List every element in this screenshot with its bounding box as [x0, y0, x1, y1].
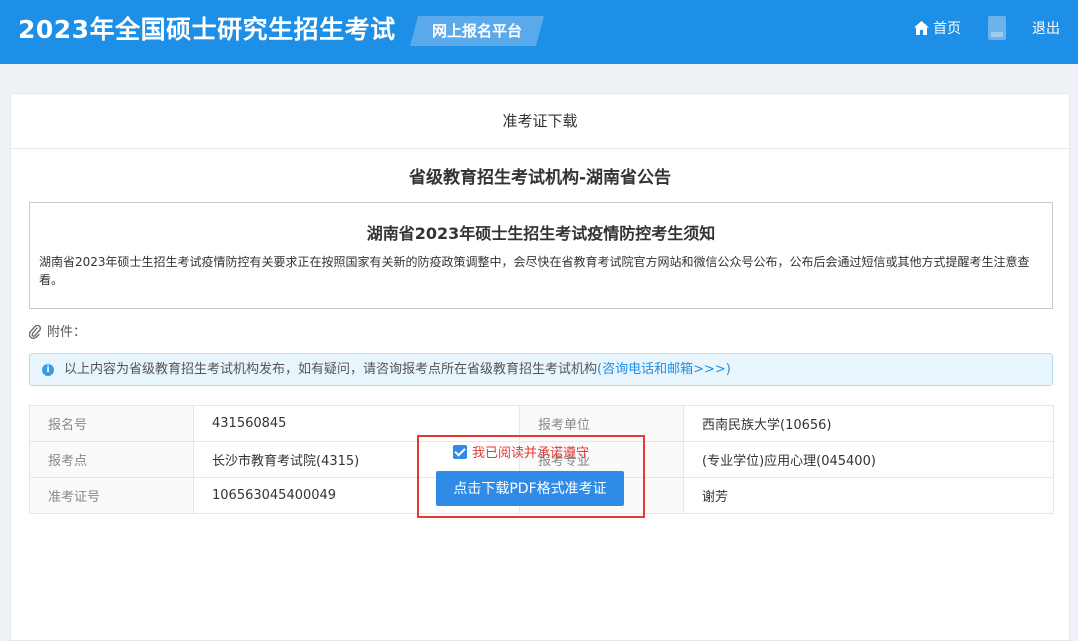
- site-title: 2023年全国硕士研究生招生考试: [18, 15, 396, 44]
- notice-box: 湖南省2023年硕士生招生考试疫情防控考生须知 湖南省2023年硕士生招生考试疫…: [29, 202, 1053, 309]
- paperclip-icon: [28, 324, 41, 339]
- field-label: 准考证号: [29, 477, 194, 514]
- agree-label: 我已阅读并承诺遵守: [472, 446, 590, 461]
- attachment-row: 附件：: [28, 324, 87, 342]
- attachment-label: 附件：: [47, 325, 87, 340]
- platform-tag-label: 网上报名平台: [431, 22, 522, 40]
- card-title: 准考证下载: [11, 94, 1069, 149]
- notice-body: 湖南省2023年硕士生招生考试疫情防控有关要求正在按照国家有关新的防疫政策调整中…: [39, 255, 1030, 287]
- checkbox-checked-icon[interactable]: [453, 445, 467, 459]
- admission-ticket-card: 准考证下载 省级教育招生考试机构-湖南省公告 湖南省2023年硕士生招生考试疫情…: [10, 93, 1070, 641]
- field-value: 西南民族大学(10656): [683, 405, 1054, 442]
- info-alert: i 以上内容为省级教育招生考试机构发布，如有疑问，请咨询报考点所在省级教育招生考…: [29, 353, 1053, 386]
- top-navbar: 2023年全国硕士研究生招生考试 网上报名平台 首页 退出: [0, 0, 1078, 64]
- field-value: (专业学位)应用心理(045400): [683, 441, 1054, 478]
- home-link-label: 首页: [933, 21, 961, 37]
- home-icon: [914, 21, 929, 35]
- info-alert-text: 以上内容为省级教育招生考试机构发布，如有疑问，请咨询报考点所在省级教育招生考试机…: [64, 362, 598, 377]
- logout-link[interactable]: 退出: [1032, 19, 1060, 39]
- platform-tag: 网上报名平台: [410, 16, 544, 46]
- field-label: 报名号: [29, 405, 194, 442]
- home-link[interactable]: 首页: [914, 19, 961, 39]
- notice-org-heading: 省级教育招生考试机构-湖南省公告: [408, 168, 672, 188]
- info-alert-text-row: 以上内容为省级教育招生考试机构发布，如有疑问，请咨询报考点所在省级教育招生考试机…: [64, 354, 731, 385]
- info-icon: i: [42, 364, 54, 376]
- avatar-icon[interactable]: [988, 16, 1006, 40]
- field-value: 谢芳: [683, 477, 1054, 514]
- notice-title: 湖南省2023年硕士生招生考试疫情防控考生须知: [366, 224, 716, 243]
- agree-checkbox-row[interactable]: 我已阅读并承诺遵守: [453, 442, 590, 461]
- download-pdf-button[interactable]: 点击下载PDF格式准考证: [436, 471, 624, 506]
- contact-info-link[interactable]: (咨询电话和邮箱>>>): [597, 362, 731, 377]
- field-label: 报考点: [29, 441, 194, 478]
